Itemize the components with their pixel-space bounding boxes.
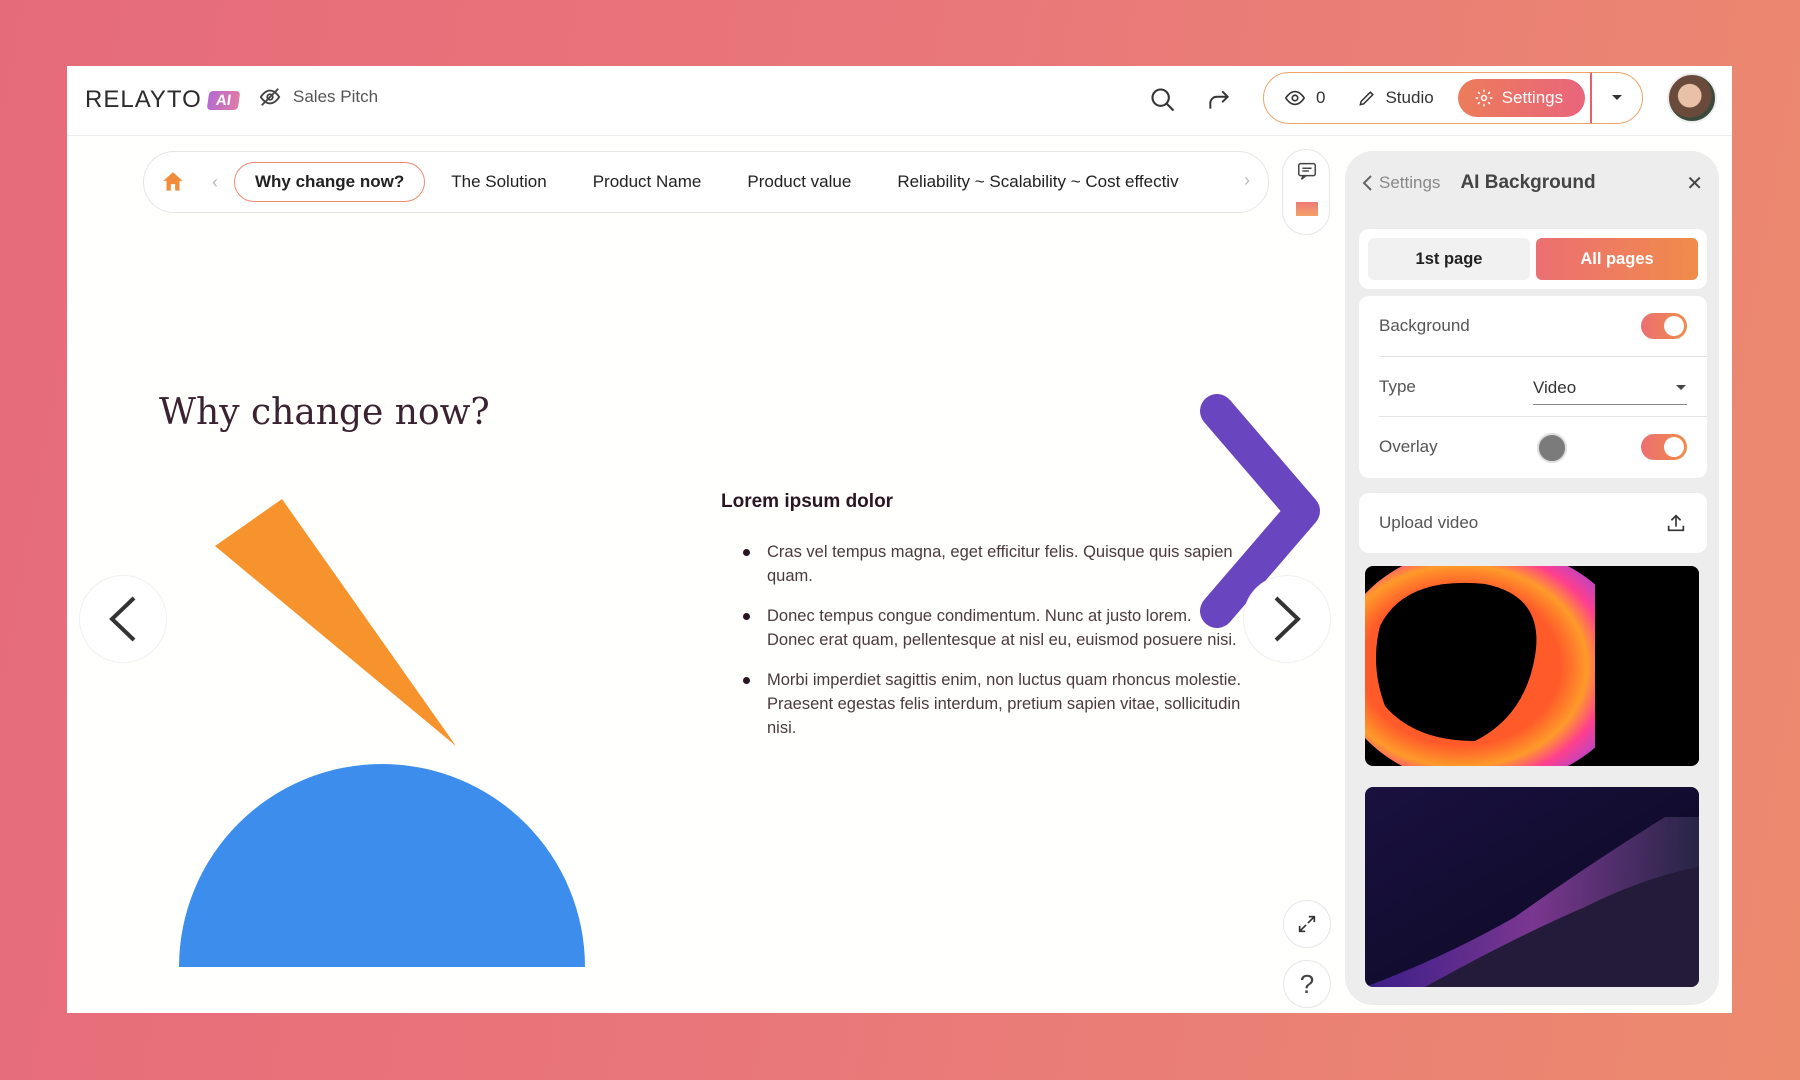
background-row: Background [1359,296,1707,356]
overlay-label: Overlay [1379,436,1438,456]
expand-icon [1298,915,1316,933]
close-icon[interactable]: ✕ [1686,171,1703,196]
orange-triangle-shape [215,499,456,746]
app-window: RELAYTO AI Sales Pitch 0 Studio Settings… [67,66,1732,1013]
bullet-item: Morbi imperdiet sagittis enim, non luctu… [743,668,1243,740]
type-row: Type Video [1379,356,1707,416]
overlay-color-swatch[interactable] [1537,433,1567,463]
chevron-right-icon [1274,596,1301,642]
panel-header: Settings AI Background ✕ [1361,167,1703,199]
upload-label: Upload video [1379,513,1479,532]
back-to-settings[interactable]: Settings [1361,173,1440,193]
settings-panel: Settings AI Background ✕ 1st page All pa… [1345,151,1719,1005]
video-thumbnail-image [1365,787,1699,987]
caret-down-icon [1676,384,1686,390]
help-button[interactable]: ? [1283,960,1331,1008]
content-heading: Lorem ipsum dolor [721,491,894,512]
bullet-item: Cras vel tempus magna, eget efficitur fe… [743,540,1243,588]
back-label: Settings [1379,173,1441,192]
upload-row[interactable]: Upload video [1359,493,1707,553]
content-bullets: Cras vel tempus magna, eget efficitur fe… [743,540,1243,756]
background-toggle[interactable] [1641,313,1687,339]
all-pages-option[interactable]: All pages [1536,238,1698,280]
chevron-left-icon [109,596,136,642]
overlay-row: Overlay [1379,416,1707,476]
prev-slide-button[interactable] [79,575,167,663]
type-label: Type [1379,376,1416,396]
video-thumbnail-image [1365,566,1699,766]
upload-icon [1667,514,1685,532]
upload-card[interactable]: Upload video [1359,493,1707,553]
bullet-item: Donec tempus congue condimentum. Nunc at… [743,604,1243,652]
panel-title: AI Background [1460,172,1596,193]
fullscreen-button[interactable] [1283,900,1331,948]
type-select[interactable]: Video [1533,371,1687,405]
page-scope-card: 1st page All pages [1359,229,1707,289]
type-value: Video [1533,377,1577,397]
video-thumbnail-2[interactable] [1365,787,1699,987]
video-thumbnail-1[interactable] [1365,566,1699,766]
chevron-left-icon [1362,175,1372,191]
background-options-card: Background Type Video Overlay [1359,296,1707,478]
blue-semicircle-shape [179,764,585,967]
page-scope-toggle: 1st page All pages [1359,229,1707,289]
next-slide-button[interactable] [1243,575,1331,663]
overlay-toggle[interactable] [1641,433,1687,460]
background-label: Background [1379,316,1470,335]
first-page-option[interactable]: 1st page [1368,238,1530,280]
